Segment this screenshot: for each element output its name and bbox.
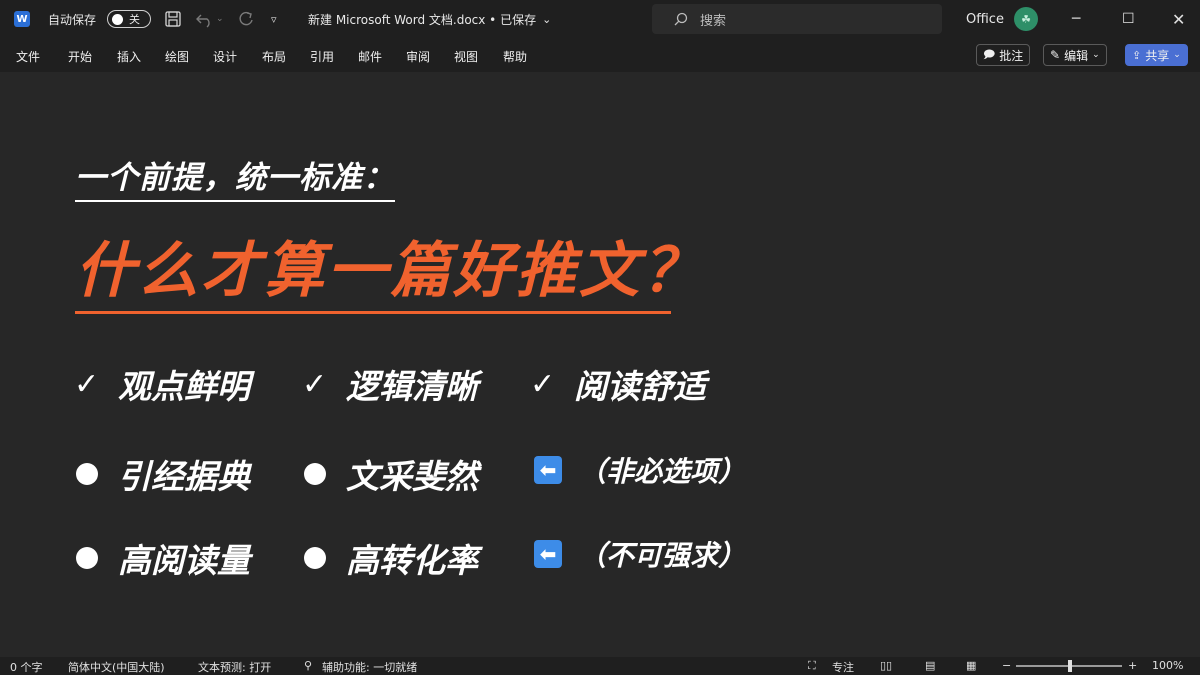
chevron-down-icon: ⌄ [1092, 50, 1100, 60]
chevron-down-icon: ⌄ [1173, 50, 1181, 60]
minimize-icon[interactable]: ─ [1072, 0, 1080, 38]
pencil-icon: ✎ [1050, 48, 1061, 62]
document-canvas[interactable]: 一个前提，统一标准： 什么才算一篇好推文？ ✓ 观点鲜明 ✓ 逻辑清晰 ✓ 阅读… [0, 72, 1200, 657]
chevron-down-icon[interactable]: ⌄ [542, 13, 551, 26]
tab-insert[interactable]: 插入 [117, 48, 141, 65]
share-icon: ⇪ [1132, 48, 1142, 62]
optional-item: 引经据典 [74, 450, 250, 498]
status-bar: 0 个字 简体中文(中国大陆) 文本预测: 打开 ⚲ 辅助功能: 一切就绪 ⛶ … [0, 657, 1200, 675]
editing-button[interactable]: ✎ 编辑 ⌄ [1043, 44, 1107, 66]
web-layout-icon[interactable]: ▦ [966, 659, 976, 672]
read-mode-icon[interactable]: ▯▯ [880, 659, 892, 672]
word-icon: W [14, 11, 30, 27]
criteria-text: 阅读舒适 [574, 367, 706, 406]
note-text: （非必选项） [578, 455, 747, 488]
criteria-item: ✓ 逻辑清晰 [302, 360, 478, 408]
print-layout-icon[interactable]: ▤ [925, 659, 935, 672]
optional-note: ⬅ （非必选项） [534, 450, 746, 490]
autosave-toggle[interactable]: 关 [107, 10, 151, 28]
optional-text: 引经据典 [118, 457, 250, 496]
optional-text: 文采斐然 [346, 457, 478, 496]
zoom-in-icon[interactable]: + [1128, 659, 1137, 672]
customize-toolbar-icon[interactable]: ▿ [271, 0, 277, 38]
optional-item: 文采斐然 [302, 450, 478, 498]
office-label: Office [966, 11, 1004, 27]
ribbon-tabs: 文件 开始 插入 绘图 设计 布局 引用 邮件 审阅 视图 帮助 🗩 批注 ✎ … [0, 38, 1200, 72]
checkmark-icon: ✓ [302, 366, 328, 402]
bullet-icon [304, 547, 326, 569]
autosave-state: 关 [129, 13, 140, 26]
language-indicator[interactable]: 简体中文(中国大陆) [68, 659, 165, 675]
main-headline: 什么才算一篇好推文？ [75, 222, 702, 314]
optional-item: 高阅读量 [74, 534, 250, 582]
accessibility-icon: ⚲ [304, 659, 313, 672]
autosave-label: 自动保存 [48, 12, 97, 27]
optional-item: 高转化率 [302, 534, 478, 582]
tab-review[interactable]: 审阅 [406, 48, 430, 65]
tab-view[interactable]: 视图 [454, 48, 478, 65]
zoom-level[interactable]: 100% [1152, 659, 1183, 672]
zoom-out-icon[interactable]: − [1002, 659, 1011, 672]
left-arrow-icon: ⬅ [534, 456, 562, 484]
word-count[interactable]: 0 个字 [10, 659, 43, 675]
tab-file[interactable]: 文件 [16, 48, 40, 65]
avatar[interactable]: ☘ [1014, 7, 1038, 31]
share-label: 共享 [1145, 48, 1170, 63]
tab-references[interactable]: 引用 [310, 48, 334, 65]
optional-note: ⬅ （不可强求） [534, 534, 746, 574]
accessibility-status[interactable]: 辅助功能: 一切就绪 [322, 659, 417, 675]
focus-label[interactable]: 专注 [832, 659, 854, 675]
tab-help[interactable]: 帮助 [503, 48, 527, 65]
criteria-item: ✓ 观点鲜明 [74, 360, 250, 408]
undo-dropdown-icon[interactable]: ⌄ [216, 0, 224, 38]
tab-home[interactable]: 开始 [68, 48, 92, 65]
maximize-icon[interactable]: ☐ [1122, 0, 1135, 38]
optional-text: 高转化率 [346, 541, 478, 580]
tab-mailings[interactable]: 邮件 [358, 48, 382, 65]
comments-button[interactable]: 🗩 批注 [976, 44, 1031, 66]
checkmark-icon: ✓ [74, 366, 100, 402]
text-prediction-status[interactable]: 文本预测: 打开 [198, 659, 271, 675]
subtitle-heading: 一个前提，统一标准： [75, 152, 395, 202]
save-icon[interactable] [164, 10, 182, 28]
comment-icon: 🗩 [983, 47, 996, 61]
search-icon [674, 12, 688, 26]
close-icon[interactable]: ✕ [1172, 0, 1185, 38]
search-box[interactable]: 搜索 [652, 4, 942, 34]
tab-draw[interactable]: 绘图 [165, 48, 189, 65]
search-placeholder: 搜索 [700, 13, 727, 29]
criteria-item: ✓ 阅读舒适 [530, 360, 706, 408]
bullet-icon [76, 463, 98, 485]
checkmark-icon: ✓ [530, 366, 556, 402]
left-arrow-icon: ⬅ [534, 540, 562, 568]
comments-label: 批注 [999, 48, 1024, 63]
zoom-slider-handle[interactable] [1068, 660, 1072, 672]
toggle-knob [112, 13, 123, 25]
bullet-icon [76, 547, 98, 569]
optional-text: 高阅读量 [118, 541, 250, 580]
title-bar: W 自动保存 关 ⌄ ▿ 新建 Microsoft Word 文档.docx •… [0, 0, 1200, 38]
note-text: （不可强求） [578, 539, 747, 572]
tab-design[interactable]: 设计 [213, 48, 237, 65]
criteria-text: 逻辑清晰 [346, 367, 478, 406]
criteria-text: 观点鲜明 [118, 367, 250, 406]
focus-icon: ⛶ [808, 659, 816, 672]
document-title[interactable]: 新建 Microsoft Word 文档.docx • 已保存 [308, 11, 536, 28]
share-button[interactable]: ⇪ 共享 ⌄ [1125, 44, 1188, 66]
editing-label: 编辑 [1064, 48, 1089, 63]
undo-icon[interactable] [195, 10, 215, 28]
bullet-icon [304, 463, 326, 485]
tab-layout[interactable]: 布局 [262, 48, 286, 65]
redo-icon[interactable] [236, 10, 256, 28]
